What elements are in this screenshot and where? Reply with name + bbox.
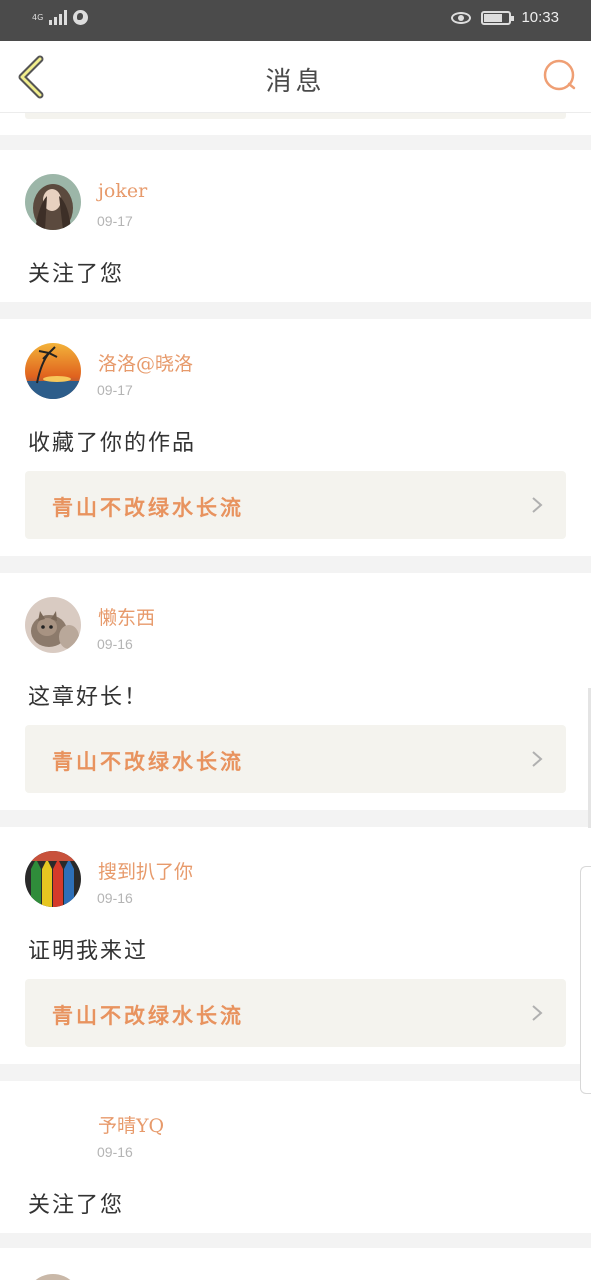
notification-date: 09-17 [97, 382, 133, 398]
clock: 10:33 [521, 9, 559, 26]
work-title: 青山不改绿水长流 [52, 749, 244, 774]
notification-date: 09-16 [97, 890, 133, 906]
work-title: 青山不改绿水长流 [52, 1003, 244, 1028]
work-link[interactable]: 青山不改绿水长流 [25, 725, 566, 793]
username[interactable]: 予晴YQ [98, 1111, 164, 1138]
side-drawer-handle[interactable] [580, 866, 591, 1094]
notification-action: 证明我来过 [28, 939, 149, 964]
avatar[interactable] [25, 851, 81, 907]
chevron-right-icon [532, 751, 543, 767]
work-link[interactable]: 青山不改绿水长流 [25, 471, 566, 539]
username[interactable]: 懒东西 [98, 603, 155, 630]
notification-date: 09-17 [97, 213, 133, 229]
next-card-peek [0, 1248, 591, 1280]
username[interactable]: 洛洛@晓洛 [98, 349, 193, 376]
username[interactable]: 搜到扒了你 [98, 857, 193, 884]
search-button[interactable] [539, 55, 579, 95]
work-title: 青山不改绿水长流 [52, 495, 244, 520]
work-link[interactable]: 青山不改绿水长流 [25, 979, 566, 1047]
eye-comfort-icon [451, 11, 472, 24]
globe-icon [73, 10, 89, 25]
chevron-right-icon [532, 497, 543, 513]
search-icon [543, 59, 576, 91]
chevron-right-icon [532, 1005, 543, 1021]
network-type: 4G [32, 12, 44, 22]
notification-card[interactable]: 洛洛@晓洛 09-17 收藏了你的作品 青山不改绿水长流 [0, 319, 591, 556]
battery-icon [481, 10, 515, 25]
page-title: 消息 [265, 67, 326, 97]
signal-icon [49, 10, 68, 25]
username[interactable]: joker [98, 180, 147, 202]
notification-card[interactable]: 搜到扒了你 09-16 证明我来过 青山不改绿水长流 [0, 827, 591, 1064]
app-header: 消息 [0, 41, 591, 113]
notification-date: 09-16 [97, 636, 133, 652]
avatar[interactable] [25, 343, 81, 399]
notification-action: 收藏了你的作品 [28, 431, 197, 456]
avatar [25, 1274, 81, 1280]
notification-card[interactable]: 予晴YQ 09-16 关注了您 [0, 1081, 591, 1233]
notification-date: 09-16 [97, 1144, 133, 1160]
notification-card[interactable]: 懒东西 09-16 这章好长！ 青山不改绿水长流 [0, 573, 591, 810]
previous-card-remnant [0, 113, 591, 135]
status-bar: 4G 10:33 [0, 0, 591, 41]
notification-action: 这章好长！ [28, 685, 149, 710]
avatar[interactable] [25, 174, 81, 230]
notification-action: 关注了您 [28, 262, 125, 287]
notification-card[interactable]: joker 09-17 关注了您 [0, 150, 591, 302]
notification-action: 关注了您 [28, 1193, 125, 1218]
avatar[interactable] [25, 597, 81, 653]
